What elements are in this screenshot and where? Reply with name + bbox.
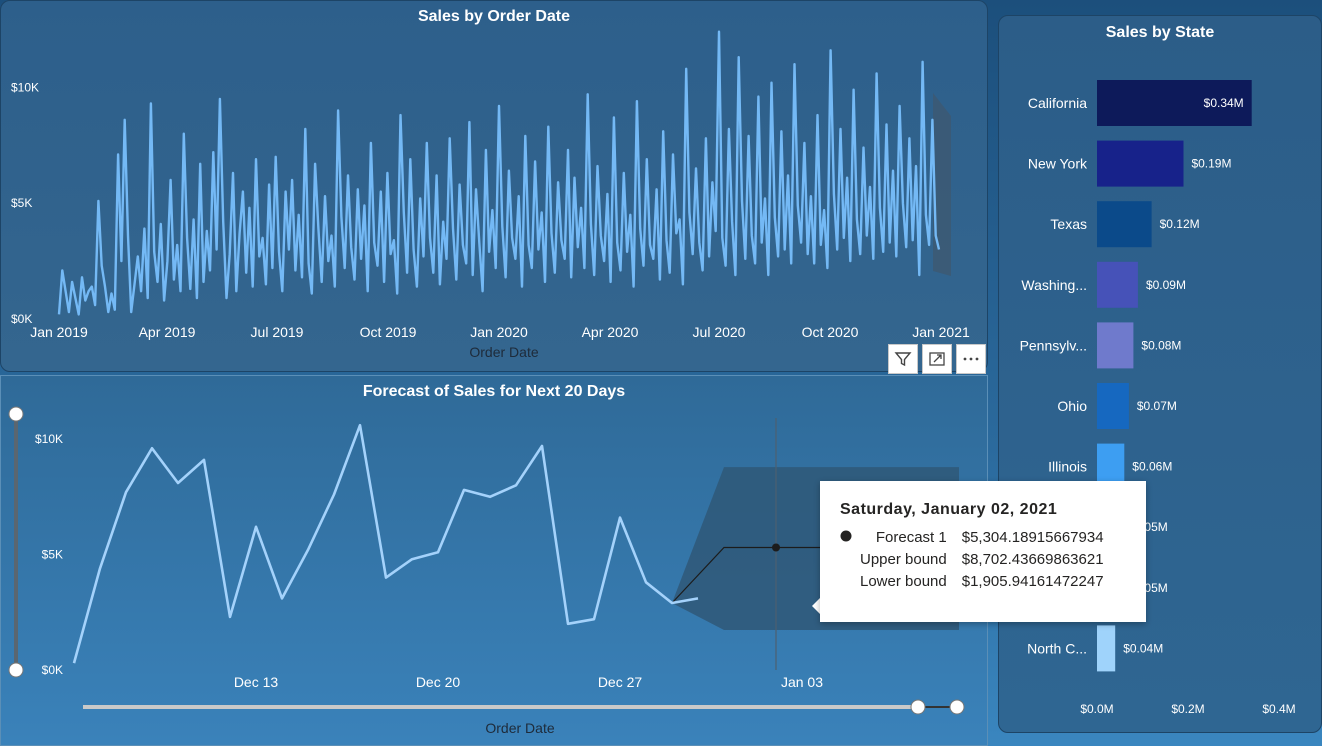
bar-data-label: $0.09M (1146, 278, 1186, 292)
bar-data-label: $0.07M (1137, 399, 1177, 413)
x-tick-label: Apr 2020 (582, 324, 639, 340)
tooltip-value: $8,702.43669863621 (961, 551, 1104, 568)
x-tick-label: $0.4M (1262, 702, 1295, 716)
sales-line-chart[interactable]: $10K $5K $0K Jan 2019 Apr 2019 Jul 2019 Oct 2… (1, 1, 987, 371)
filter-button[interactable] (888, 344, 918, 374)
vertical-slider-handle-top[interactable] (8, 406, 24, 422)
vertical-slider-handle-bottom[interactable] (8, 662, 24, 678)
state-bar[interactable] (1097, 140, 1184, 187)
tooltip-value: $5,304.18915667934 (961, 529, 1104, 546)
tooltip-label: Forecast 1 (875, 529, 947, 546)
bar-data-label: $0.19M (1191, 157, 1231, 171)
horizontal-slider-handle-left[interactable] (910, 699, 926, 715)
x-tick-label: Jan 2020 (470, 324, 528, 340)
focus-mode-icon (929, 352, 945, 366)
tooltip-row: Lower bound $1,905.94161472247 (840, 571, 1104, 593)
state-bar[interactable] (1097, 201, 1152, 248)
x-tick-label: Apr 2019 (139, 324, 196, 340)
more-options-button[interactable] (956, 344, 986, 374)
state-label: Washing... (1021, 277, 1087, 293)
horizontal-slider-handle-right[interactable] (949, 699, 965, 715)
x-tick-label: Jan 03 (781, 674, 823, 690)
tooltip-table: Forecast 1 $5,304.18915667934 Upper boun… (840, 527, 1104, 593)
state-bar[interactable] (1097, 322, 1134, 369)
state-bar-chart[interactable]: California $0.34M New York $0.19M Texas $0.12… (999, 16, 1321, 732)
y-tick-label: $0K (42, 663, 63, 677)
x-tick-label: Jan 2021 (912, 324, 970, 340)
tooltip-row: Upper bound $8,702.43669863621 (840, 549, 1104, 571)
tooltip-value: $1,905.94161472247 (961, 573, 1104, 590)
tooltip-row: Forecast 1 $5,304.18915667934 (840, 527, 1104, 549)
state-bar[interactable] (1097, 625, 1116, 672)
state-label: Pennsylv... (1020, 337, 1087, 353)
state-label: Illinois (1048, 459, 1087, 475)
state-label: New York (1028, 156, 1088, 172)
forecast-tooltip: Saturday, January 02, 2021 Forecast 1 $5… (820, 481, 1146, 622)
x-tick-label: Dec 27 (598, 674, 643, 690)
y-tick-label: $10K (11, 80, 39, 94)
x-tick-label: $0.0M (1080, 702, 1113, 716)
x-tick-label: $0.2M (1171, 702, 1204, 716)
x-tick-label: Dec 13 (234, 674, 279, 690)
state-label: California (1028, 95, 1087, 111)
x-tick-label: Jul 2020 (693, 324, 746, 340)
x-tick-label: Oct 2020 (802, 324, 859, 340)
sales-by-state-panel: Sales by State California $0.34M New York $… (998, 15, 1322, 733)
x-tick-label: Jan 2019 (30, 324, 88, 340)
tooltip-title: Saturday, January 02, 2021 (840, 501, 1058, 518)
focus-mode-button[interactable] (922, 344, 952, 374)
tooltip-label: Lower bound (860, 573, 947, 590)
state-bar[interactable] (1097, 261, 1138, 308)
sales-by-date-panel: Sales by Order Date $10K $5K $0K Jan 2019 A… (0, 0, 988, 372)
sales-history-line[interactable] (72, 423, 699, 664)
x-tick-label: Jul 2019 (251, 324, 304, 340)
y-tick-label: $0K (11, 312, 32, 326)
state-label: Texas (1050, 216, 1087, 232)
series-marker-icon (840, 527, 860, 549)
state-label: North C... (1027, 640, 1087, 656)
more-options-icon (963, 357, 979, 361)
y-tick-label: $5K (11, 196, 32, 210)
tooltip-label: Upper bound (860, 551, 947, 568)
forecast-band (933, 93, 951, 276)
filter-icon (894, 352, 912, 367)
forecast-x-axis-label: Order Date (485, 720, 554, 736)
bar-data-label: $0.06M (1132, 460, 1172, 474)
y-tick-label: $5K (42, 548, 63, 562)
state-bar[interactable] (1097, 383, 1129, 429)
y-tick-label: $10K (35, 432, 63, 446)
top-x-axis-label: Order Date (469, 344, 538, 360)
tooltip-pointer (812, 598, 820, 614)
bar-data-label: $0.34M (1204, 96, 1244, 110)
bar-data-label: $0.04M (1123, 641, 1163, 655)
state-label: Ohio (1057, 398, 1087, 414)
x-tick-label: Oct 2019 (360, 324, 417, 340)
forecast-point[interactable] (772, 543, 780, 552)
sales-series-line[interactable] (57, 30, 941, 316)
bar-data-label: $0.08M (1141, 338, 1181, 352)
bar-data-label: $0.12M (1160, 217, 1200, 231)
x-tick-label: Dec 20 (416, 674, 461, 690)
